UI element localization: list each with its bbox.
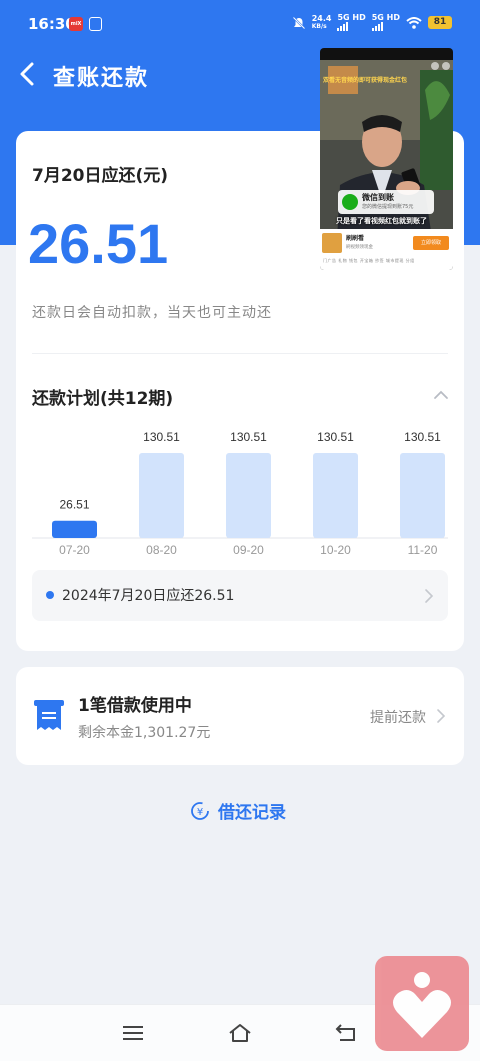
receipt-icon — [34, 700, 64, 730]
pip-minimize-icon[interactable] — [431, 62, 439, 70]
prepay-button[interactable]: 提前还款 — [370, 707, 426, 727]
remaining-principal: 剩余本金1,301.27元 — [78, 725, 211, 741]
loan-card[interactable]: 1笔借款使用中 剩余本金1,301.27元 提前还款 — [16, 667, 464, 765]
repayment-plan-chart: 26.51 07-20 130.51 08-20 130.51 09-20 130.51 10… — [32, 430, 448, 557]
loan-history-link[interactable]: ¥ 借还记录 — [190, 798, 286, 823]
ad-app-name: 刷刷看 — [346, 235, 365, 242]
status-indicators: 24.4 KB/s 5G HD 5G HD 81 — [292, 14, 452, 31]
chart-category-label: 10-20 — [320, 543, 351, 557]
chart-category-label: 07-20 — [59, 543, 90, 557]
chart-bar-08-20[interactable] — [139, 453, 184, 538]
ad-description: 刷视频领现金 — [346, 245, 373, 250]
next-due-row[interactable]: 2024年7月20日应还26.51 — [32, 570, 448, 621]
ad-tabs: 门广告 礼物 钱包 开宝箱 抄签 城市提现 分组 — [323, 258, 415, 263]
chevron-left-icon[interactable] — [12, 58, 44, 90]
chart-category-label: 11-20 — [408, 543, 438, 557]
blue-dot-icon — [46, 591, 54, 599]
menu-icon[interactable] — [120, 1022, 146, 1044]
home-icon[interactable] — [227, 1022, 253, 1044]
chart-value-label: 130.51 — [317, 430, 354, 444]
sim1-label: 5G HD — [337, 13, 366, 22]
chart-bar-09-20[interactable] — [226, 453, 271, 538]
chart-bar-07-20[interactable] — [52, 520, 97, 538]
chart-value-label: 26.51 — [59, 498, 89, 512]
video-caption: 双看无音频的即可获得现金红包 — [323, 77, 408, 84]
notification-icon — [89, 17, 102, 31]
loan-title: 1笔借款使用中 — [78, 696, 192, 716]
chart-category-label: 08-20 — [146, 543, 177, 557]
due-amount: 26.51 — [28, 212, 169, 275]
signal-icon — [371, 22, 400, 31]
sim1-signal: 5G HD — [337, 13, 366, 31]
heart-person-icon — [393, 972, 451, 1038]
due-label: 7月20日应还(元) — [32, 166, 169, 186]
page-title: 查账还款 — [53, 66, 150, 91]
video-subtitle: 只是看了看视频红包就到账了 — [336, 217, 427, 225]
status-bar: 16:30 miX 24.4 KB/s 5G HD 5G HD 81 — [0, 0, 480, 48]
chart-value-label: 130.51 — [143, 430, 180, 444]
back-icon[interactable] — [334, 1022, 360, 1044]
wifi-icon — [406, 16, 422, 29]
loan-history-icon: ¥ — [191, 801, 209, 820]
loan-history-label: 借还记录 — [218, 803, 286, 823]
ad-app-icon — [322, 233, 342, 253]
chevron-right-icon — [437, 709, 446, 723]
net-speed-unit: KB/s — [311, 22, 327, 30]
wechat-icon — [342, 194, 358, 210]
wechat-title: 微信到账 — [362, 193, 394, 202]
next-due-text: 2024年7月20日应还26.51 — [62, 588, 235, 604]
chevron-up-icon[interactable] — [433, 389, 449, 401]
chart-bar-10-20[interactable] — [313, 453, 358, 538]
auto-deduct-note: 还款日会自动扣款，当天也可主动还 — [32, 305, 272, 321]
sim2-signal: 5G HD — [371, 13, 400, 31]
wechat-payment-banner: 微信到账 您的微信提现到账75元 — [338, 190, 434, 214]
close-icon[interactable] — [442, 62, 450, 70]
chart-value-label: 130.51 — [404, 430, 441, 444]
app-notification-icon: miX — [69, 17, 83, 31]
plan-title: 还款计划(共12期) — [32, 389, 174, 409]
ad-cta-button[interactable]: 立即领取 — [413, 236, 449, 250]
sim2-label: 5G HD — [371, 13, 400, 22]
floating-video-player[interactable]: 双看无音频的即可获得现金红包 微信到账 您的微信提现到账75元 只是看了看视频红… — [320, 48, 453, 270]
chart-category-label: 09-20 — [233, 543, 264, 557]
ad-banner[interactable]: 刷刷看 刷视频领现金 立即领取 门广告 礼物 钱包 开宝箱 抄签 城市提现 分组 — [320, 229, 453, 270]
wechat-subtitle: 您的微信提现到账75元 — [362, 204, 414, 210]
divider — [32, 353, 448, 354]
chart-bar-11-20[interactable] — [400, 453, 445, 538]
mute-icon — [292, 16, 305, 29]
battery-icon: 81 — [428, 16, 452, 29]
net-speed-value: 24.4 — [311, 13, 332, 23]
chevron-right-icon — [425, 589, 434, 603]
net-speed: 24.4 KB/s — [311, 13, 332, 31]
svg-text:¥: ¥ — [197, 807, 203, 818]
chart-value-label: 130.51 — [230, 430, 267, 444]
floating-assistant-button[interactable] — [375, 956, 469, 1051]
signal-icon — [337, 22, 365, 31]
